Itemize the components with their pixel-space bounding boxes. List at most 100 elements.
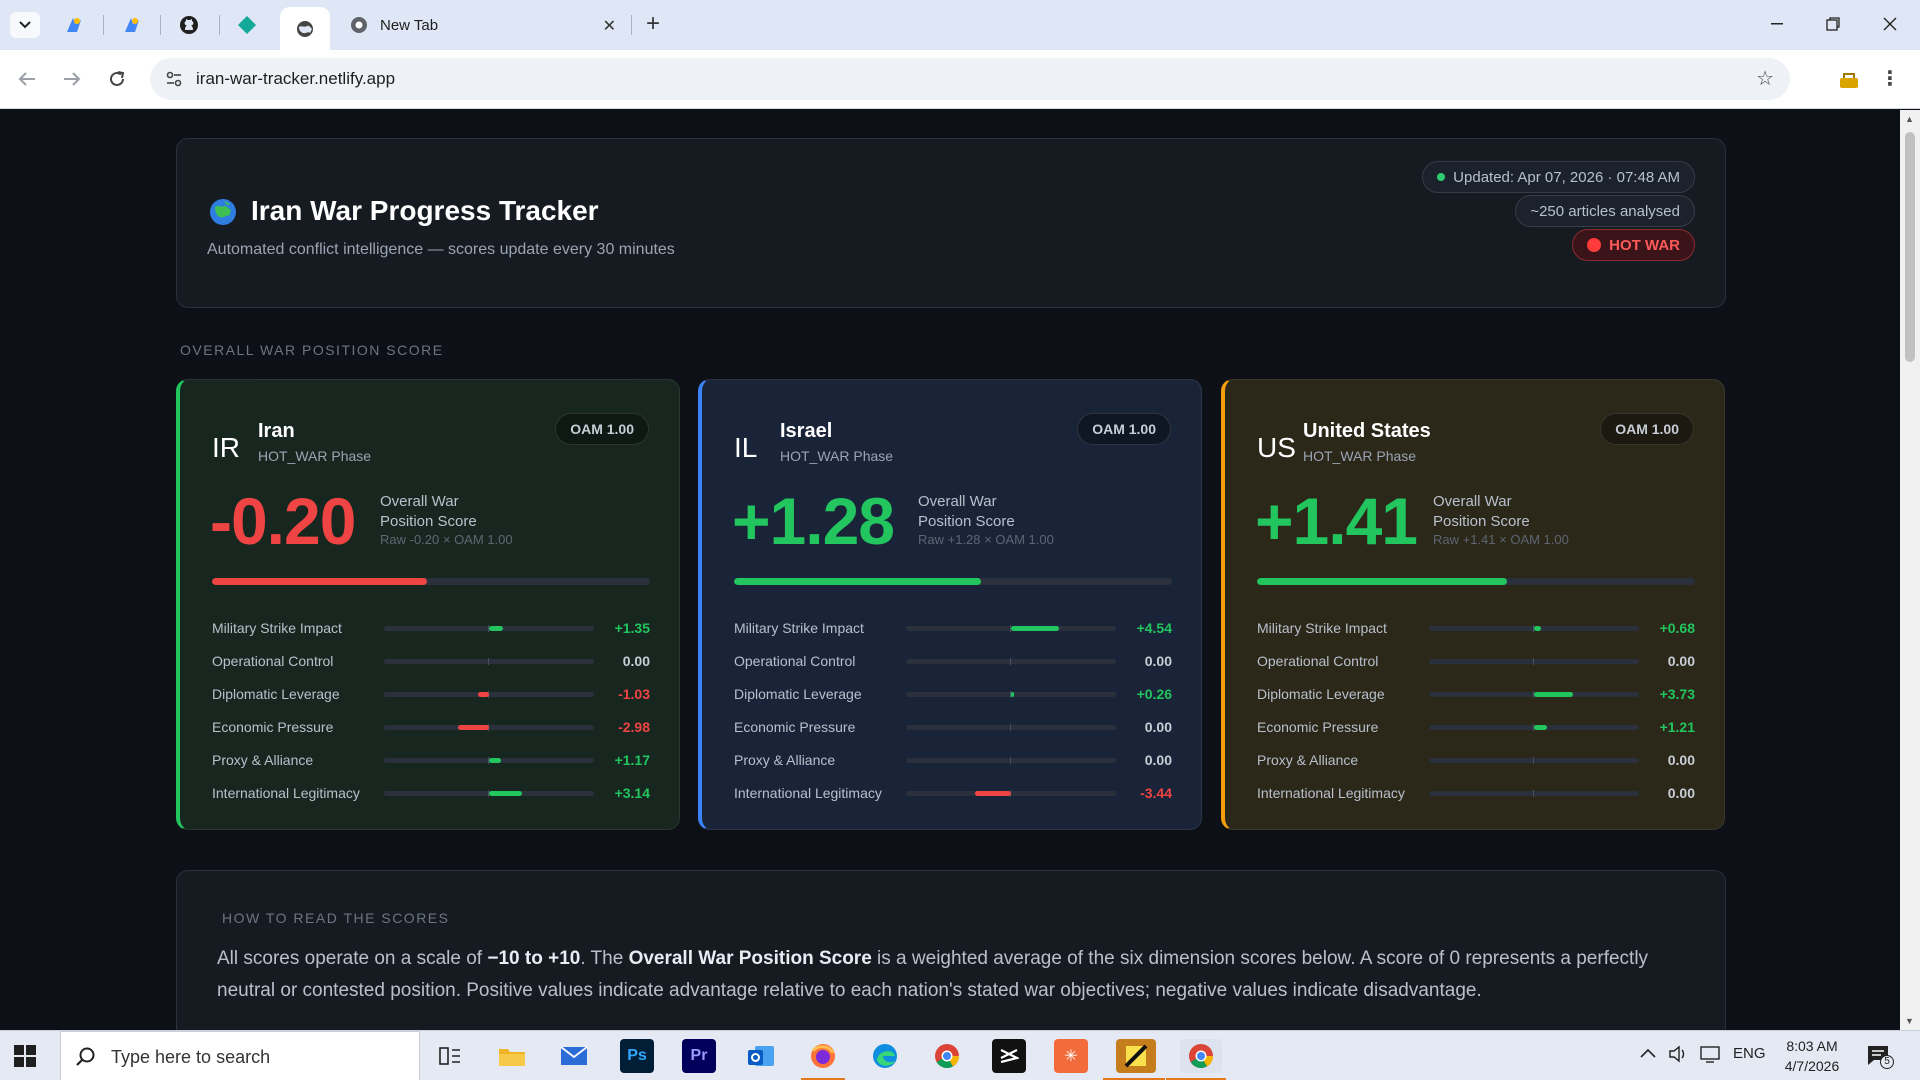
forward-button[interactable] <box>57 64 87 94</box>
country-name: Israel <box>780 420 833 442</box>
dimension-bar-fill <box>1011 626 1059 631</box>
dimension-bar-center <box>1533 757 1534 764</box>
search-icon <box>76 1047 95 1066</box>
dimension-bar <box>384 625 594 632</box>
tab-search-button[interactable] <box>10 12 40 38</box>
volume-icon[interactable] <box>1668 1045 1688 1067</box>
dimension-bar <box>906 790 1116 797</box>
firefox-icon <box>811 1044 835 1068</box>
dimension-row: Proxy & Alliance 0.00 <box>734 750 1172 770</box>
close-icon[interactable]: ✕ <box>603 16 616 36</box>
overall-score-bar <box>212 578 650 585</box>
language-indicator[interactable]: ENG <box>1733 1045 1766 1062</box>
dimension-bar-center <box>1010 658 1011 665</box>
tab-favicon-1[interactable] <box>62 13 86 37</box>
close-window-button[interactable] <box>1868 10 1912 38</box>
mail-icon[interactable] <box>557 1039 591 1073</box>
scroll-up-icon[interactable]: ▲ <box>1905 114 1914 124</box>
dimension-label: Military Strike Impact <box>212 620 342 636</box>
file-explorer-icon[interactable] <box>495 1039 529 1073</box>
display-icon[interactable] <box>1700 1045 1720 1067</box>
chrome-icon[interactable] <box>930 1039 964 1073</box>
tab-active[interactable] <box>280 7 330 50</box>
outlook-icon[interactable] <box>744 1039 778 1073</box>
extension-icon[interactable] <box>1838 70 1860 90</box>
windows-start-icon[interactable] <box>14 1045 36 1067</box>
dimension-bar-center <box>1533 790 1534 797</box>
tray-overflow-icon[interactable] <box>1640 1045 1656 1062</box>
taskbar-clock[interactable]: 8:03 AM 4/7/2026 <box>1776 1036 1848 1076</box>
capcut-icon[interactable] <box>992 1039 1026 1073</box>
minimize-button[interactable] <box>1755 10 1799 38</box>
dimension-row: Proxy & Alliance +1.17 <box>212 750 650 770</box>
chrome-icon <box>935 1044 959 1069</box>
scrollbar-thumb[interactable] <box>1905 132 1915 362</box>
dimension-bar-center <box>488 658 489 665</box>
dimension-bar-fill <box>489 626 504 631</box>
dimension-bar-fill <box>1011 692 1014 697</box>
country-phase: HOT_WAR Phase <box>1303 448 1417 464</box>
status-badge: HOT WAR <box>1572 229 1695 261</box>
dimension-bar-fill <box>1534 725 1547 730</box>
tab-favicon-2[interactable] <box>120 13 144 37</box>
github-icon <box>180 16 198 34</box>
scroll-down-icon[interactable]: ▼ <box>1905 1016 1914 1026</box>
browser-menu-icon[interactable]: ⋮ <box>1880 66 1900 91</box>
red-dot-icon <box>1587 238 1602 252</box>
dimension-bar <box>384 691 594 698</box>
url-text[interactable]: iran-war-tracker.netlify.app <box>196 69 395 89</box>
overall-score-bar-fill <box>734 578 982 585</box>
address-bar[interactable]: iran-war-tracker.netlify.app ☆ <box>150 58 1790 100</box>
taskbar-search[interactable]: Type here to search <box>60 1031 420 1080</box>
dimension-row: International Legitimacy -3.44 <box>734 783 1172 803</box>
restore-button[interactable] <box>1811 10 1855 38</box>
help-range: −10 to +10 <box>487 948 581 969</box>
dimension-value: +1.21 <box>1659 719 1695 735</box>
tab-new-tab[interactable]: New Tab ✕ <box>338 7 628 43</box>
status-text: HOT WAR <box>1609 236 1680 254</box>
reload-button[interactable] <box>102 64 132 94</box>
dimension-row: Operational Control 0.00 <box>212 651 650 671</box>
new-tab-button[interactable]: + <box>640 10 666 38</box>
dimension-bar-fill <box>457 725 489 730</box>
globe-icon <box>297 20 313 37</box>
app-icon <box>67 18 81 32</box>
photoshop-icon[interactable]: Ps <box>620 1039 654 1073</box>
dimension-value: +0.68 <box>1659 620 1695 636</box>
country-phase: HOT_WAR Phase <box>258 448 372 464</box>
firefox-icon[interactable] <box>806 1039 840 1073</box>
updated-badge: Updated: Apr 07, 2026 · 07:48 AM <box>1422 161 1695 193</box>
back-button[interactable] <box>12 64 42 94</box>
task-view-icon[interactable] <box>433 1039 467 1073</box>
premiere-icon[interactable]: Pr <box>682 1039 716 1073</box>
arrow-left-icon <box>18 72 35 86</box>
overall-score-bar <box>1257 578 1695 585</box>
help-text-part: . The <box>580 948 629 969</box>
country-name: Iran <box>258 420 295 442</box>
dimension-row: International Legitimacy 0.00 <box>1257 783 1695 803</box>
overall-score: -0.20 <box>210 484 356 558</box>
tab-favicon-4[interactable] <box>235 13 259 37</box>
score-label-line: Overall War <box>918 493 997 510</box>
notification-center[interactable]: 5 <box>1866 1043 1894 1069</box>
dimension-bar <box>906 757 1116 764</box>
dimension-label: Diplomatic Leverage <box>734 686 862 702</box>
chrome-active-icon[interactable] <box>1180 1039 1222 1073</box>
dimension-row: Economic Pressure +1.21 <box>1257 717 1695 737</box>
tab-favicon-github[interactable] <box>177 13 201 37</box>
clock-time: 8:03 AM <box>1786 1038 1838 1054</box>
dimension-bar <box>1429 757 1639 764</box>
diamond-icon <box>238 16 256 34</box>
mail-icon <box>560 1046 588 1065</box>
dimension-bar <box>1429 625 1639 632</box>
edge-icon[interactable] <box>868 1039 902 1073</box>
oam-badge: OAM 1.00 <box>1600 413 1694 445</box>
bookmark-star-icon[interactable]: ☆ <box>1756 66 1774 91</box>
claude-icon[interactable]: ✳ <box>1054 1039 1088 1073</box>
dimension-label: Operational Control <box>212 653 334 669</box>
page-scrollbar[interactable]: ▲ ▼ <box>1900 110 1920 1030</box>
capcut-icon <box>1000 1049 1019 1064</box>
country-phase: HOT_WAR Phase <box>780 448 894 464</box>
sticky-notes-icon[interactable] <box>1116 1039 1156 1073</box>
score-label-line: Position Score <box>1433 513 1530 530</box>
